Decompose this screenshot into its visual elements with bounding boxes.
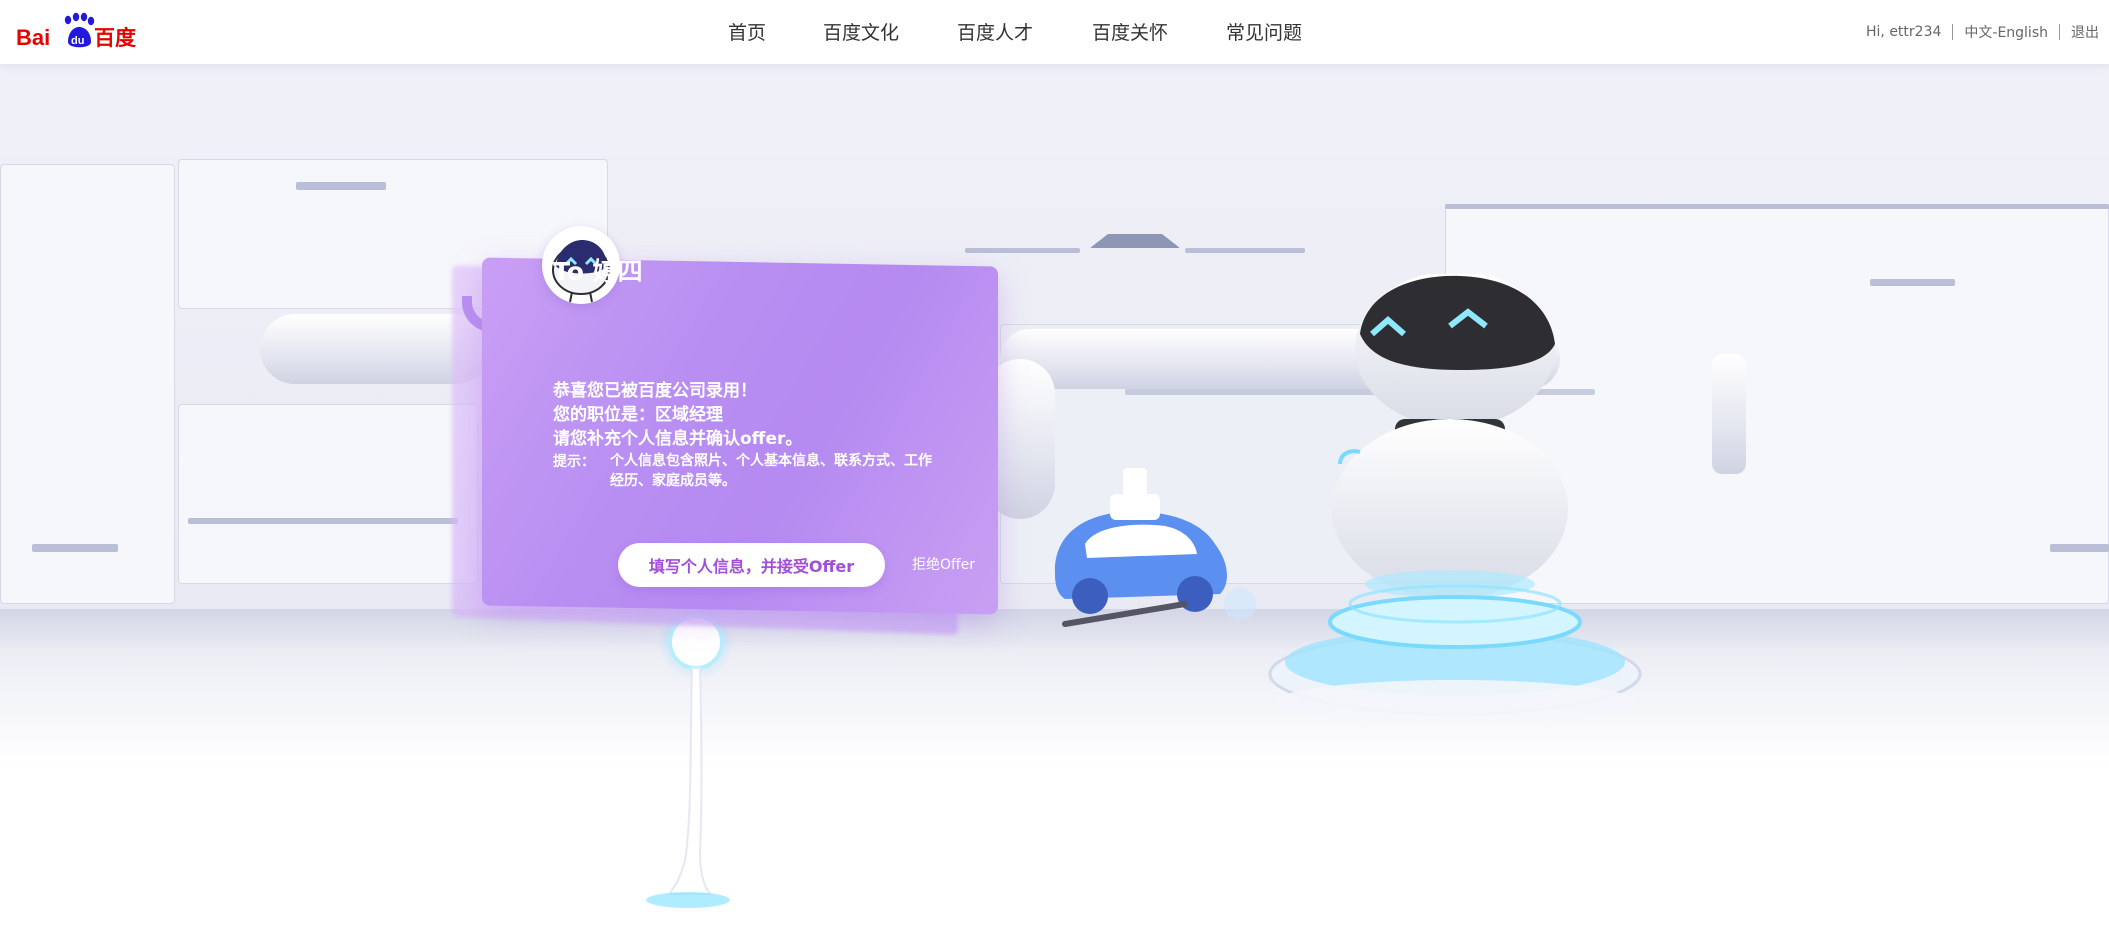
offer-position-text: 您的职位是：区域经理 bbox=[553, 405, 723, 425]
offer-congrats-text: 恭喜您已被百度公司录用！ bbox=[553, 381, 757, 401]
wall-strip bbox=[1445, 204, 2109, 209]
logo-text-cn: 百度 bbox=[94, 26, 136, 50]
hero-scene bbox=[0, 64, 2109, 945]
lamp-stand bbox=[646, 604, 734, 908]
wall-strip bbox=[188, 518, 458, 524]
wall-strip bbox=[965, 248, 1080, 253]
user-bar: Hi, ettr234 中文-English 退出 bbox=[1866, 22, 2099, 42]
offer-recipient-title: To 婷四 bbox=[553, 257, 643, 286]
nav-item-culture[interactable]: 百度文化 bbox=[823, 18, 899, 45]
wall-light bbox=[1712, 354, 1746, 474]
wall-strip bbox=[1870, 279, 1955, 286]
language-switch[interactable]: 中文-English bbox=[1964, 22, 2048, 42]
user-greeting[interactable]: Hi, ettr234 bbox=[1866, 24, 1941, 40]
wall-strip bbox=[2050, 544, 2109, 552]
baidu-logo[interactable]: Bai du 百度 bbox=[16, 12, 144, 52]
robot-mascot-illustration bbox=[1332, 274, 1568, 599]
nav-item-faq[interactable]: 常见问题 bbox=[1226, 18, 1302, 45]
wall-strip bbox=[296, 182, 386, 190]
separator bbox=[2059, 24, 2060, 40]
nav-item-care[interactable]: 百度关怀 bbox=[1092, 18, 1168, 45]
accept-offer-button[interactable]: 填写个人信息，并接受Offer bbox=[618, 543, 885, 587]
separator bbox=[1952, 24, 1954, 40]
offer-instruction-text: 请您补充个人信息并确认offer。 bbox=[553, 429, 803, 449]
logo-text-bai: Bai bbox=[16, 25, 50, 50]
nav-item-home[interactable]: 首页 bbox=[728, 18, 766, 45]
tip-label: 提示： bbox=[553, 454, 595, 470]
tip-text: 个人信息包含照片、个人基本信息、联系方式、工作经历、家庭成员等。 bbox=[610, 453, 932, 489]
wall-strip bbox=[32, 544, 118, 552]
robot-car-illustration bbox=[1054, 468, 1256, 627]
reject-offer-link[interactable]: 拒绝Offer bbox=[912, 554, 975, 574]
wall-panel bbox=[178, 404, 478, 584]
hologram-platform bbox=[1268, 584, 1642, 724]
logout-link[interactable]: 退出 bbox=[2071, 22, 2099, 42]
main-nav: 首页 百度文化 百度人才 百度关怀 常见问题 bbox=[0, 0, 2109, 64]
nav-item-talent[interactable]: 百度人才 bbox=[957, 18, 1033, 45]
top-header: Bai du 百度 首页 百度文化 百度人才 百度关怀 常见问题 Hi, ett… bbox=[0, 0, 2109, 64]
wall-strip bbox=[1185, 248, 1305, 253]
logo-text-du: du bbox=[71, 35, 84, 47]
wall-panel bbox=[0, 164, 175, 604]
